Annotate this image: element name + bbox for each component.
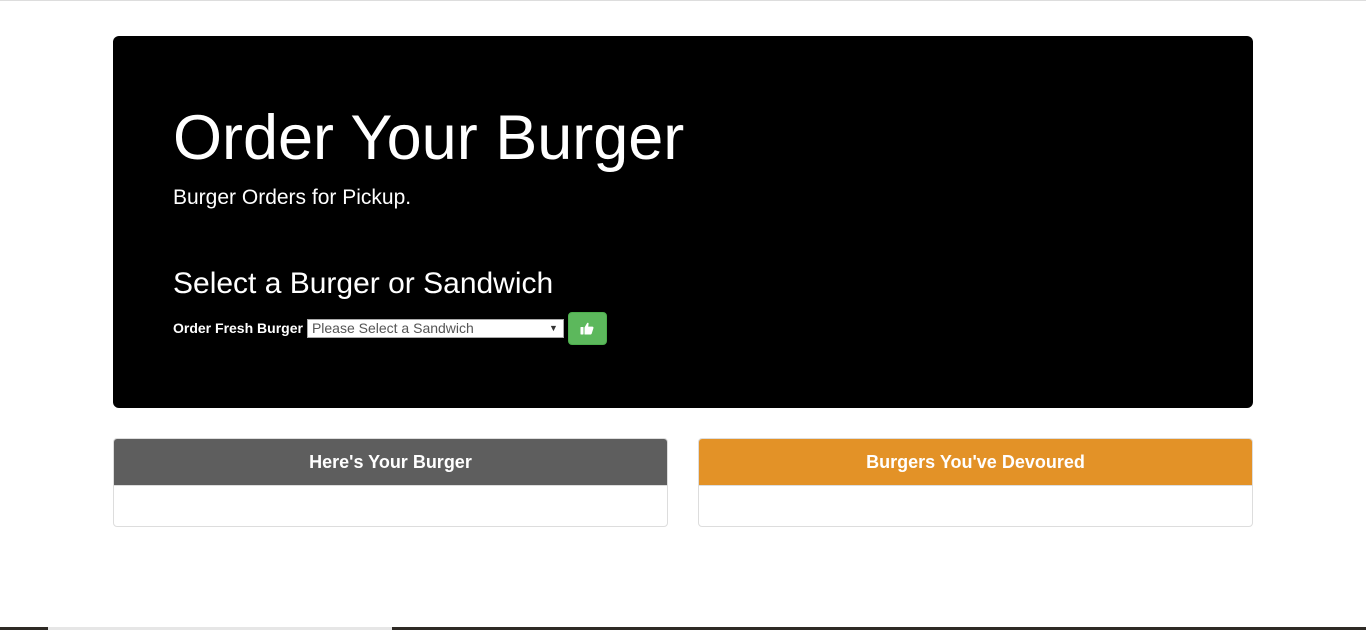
burger-panel: Here's Your Burger <box>113 438 668 527</box>
page-title: Order Your Burger <box>173 103 685 173</box>
devoured-panel-heading: Burgers You've Devoured <box>699 439 1252 486</box>
burger-panel-heading: Here's Your Burger <box>114 439 667 486</box>
top-divider <box>0 0 1366 1</box>
sandwich-select[interactable]: Please Select a Sandwich ▼ <box>306 318 564 338</box>
jumbotron: Order Your Burger Burger Orders for Pick… <box>113 36 1253 408</box>
sandwich-select-value: Please Select a Sandwich <box>311 319 474 336</box>
devoured-panel: Burgers You've Devoured <box>698 438 1253 527</box>
burger-panel-body <box>114 486 667 526</box>
order-form: Order Fresh Burger Please Select a Sandw… <box>173 311 607 345</box>
devoured-panel-body <box>699 486 1252 526</box>
page-subtitle: Burger Orders for Pickup. <box>173 186 412 209</box>
submit-order-button[interactable] <box>567 311 607 345</box>
chevron-down-icon: ▼ <box>549 322 558 333</box>
order-label: Order Fresh Burger <box>173 320 303 336</box>
thumbs-up-icon <box>580 322 594 334</box>
select-heading: Select a Burger or Sandwich <box>173 267 554 300</box>
